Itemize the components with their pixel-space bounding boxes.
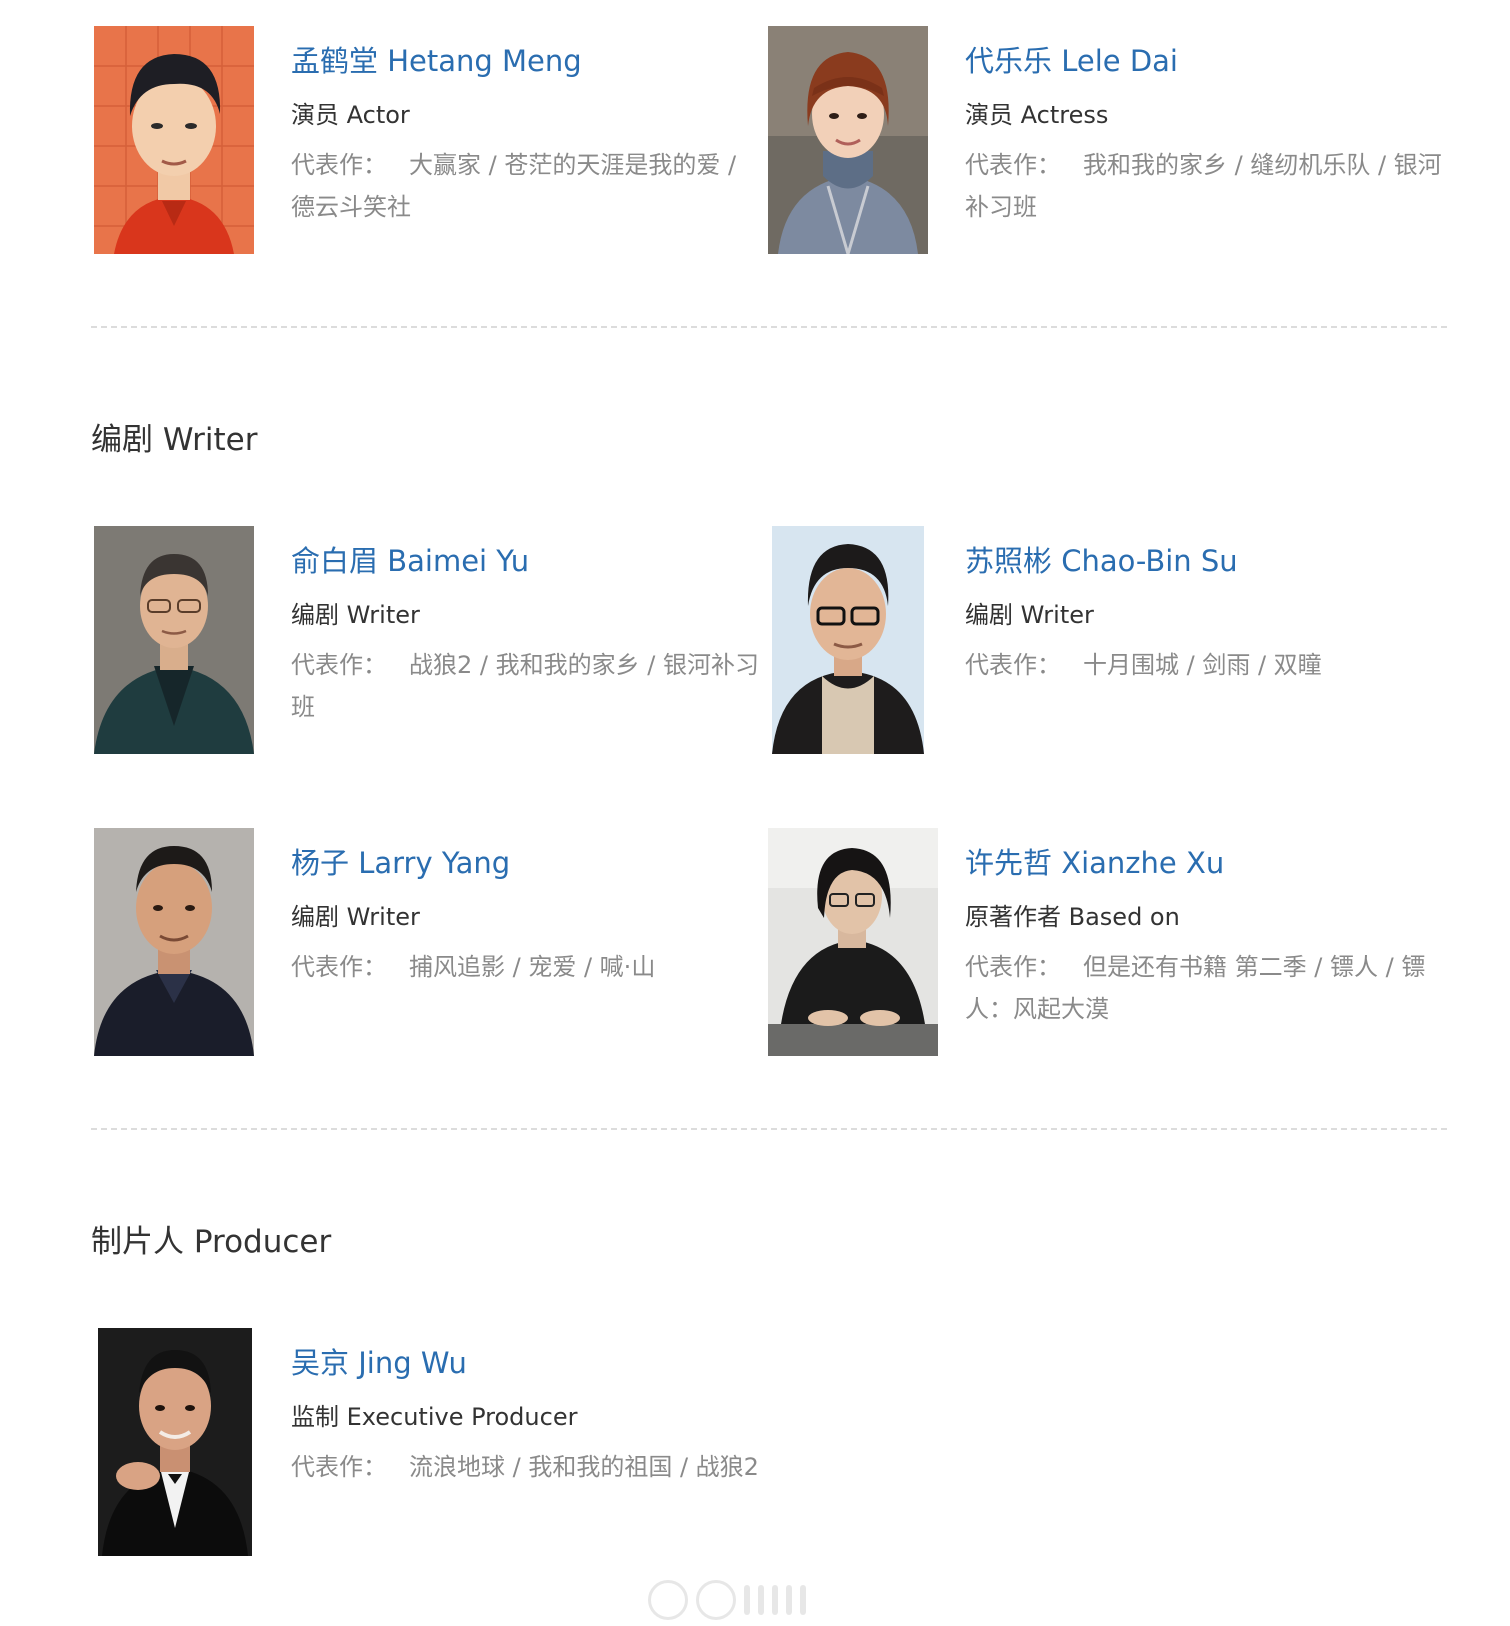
person-name-link[interactable]: 吴京 Jing Wu — [291, 1344, 851, 1382]
works-list: 流浪地球 / 我和我的祖国 / 战狼2 — [409, 1453, 759, 1481]
watermark-logo — [648, 1580, 868, 1620]
section-divider — [91, 326, 1447, 328]
section-title-writer: 编剧 Writer — [91, 422, 258, 458]
person-role: 编剧 Writer — [965, 601, 1094, 629]
works-label: 代表作： — [291, 953, 387, 981]
person-name-link[interactable]: 苏照彬 Chao-Bin Su — [965, 542, 1445, 580]
person-name-link[interactable]: 代乐乐 Lele Dai — [965, 42, 1445, 80]
person-works: 代表作： 十月围城 / 剑雨 / 双瞳 — [965, 644, 1445, 686]
portrait-photo[interactable] — [772, 526, 924, 754]
watermark-circle-icon — [696, 1580, 736, 1620]
person-name-link[interactable]: 许先哲 Xianzhe Xu — [965, 844, 1445, 882]
person-role: 编剧 Writer — [291, 601, 420, 629]
person-role: 监制 Executive Producer — [291, 1403, 578, 1431]
person-works: 代表作： 但是还有书籍 第二季 / 镖人 / 镖人：风起大漠 — [965, 946, 1445, 1030]
works-label: 代表作： — [965, 953, 1061, 981]
works-list: 捕风追影 / 宠爱 / 喊·山 — [409, 953, 656, 981]
watermark-bar-icon — [800, 1585, 806, 1615]
works-label: 代表作： — [965, 651, 1061, 679]
person-name-link[interactable]: 杨子 Larry Yang — [291, 844, 761, 882]
portrait-photo[interactable] — [768, 828, 938, 1056]
watermark-bar-icon — [758, 1585, 764, 1615]
portrait-photo[interactable] — [94, 526, 254, 754]
person-role: 演员 Actress — [965, 101, 1109, 129]
portrait-photo[interactable] — [94, 26, 254, 254]
person-works: 代表作： 我和我的家乡 / 缝纫机乐队 / 银河补习班 — [965, 144, 1445, 228]
works-label: 代表作： — [965, 151, 1061, 179]
person-role: 原著作者 Based on — [965, 903, 1180, 931]
watermark-bar-icon — [744, 1585, 750, 1615]
works-label: 代表作： — [291, 151, 387, 179]
section-title-producer: 制片人 Producer — [91, 1224, 332, 1260]
person-works: 代表作： 流浪地球 / 我和我的祖国 / 战狼2 — [291, 1446, 851, 1488]
section-divider — [91, 1128, 1447, 1130]
works-label: 代表作： — [291, 651, 387, 679]
person-role: 演员 Actor — [291, 101, 410, 129]
person-name-link[interactable]: 俞白眉 Baimei Yu — [291, 542, 761, 580]
person-works: 代表作： 捕风追影 / 宠爱 / 喊·山 — [291, 946, 761, 988]
person-works: 代表作： 战狼2 / 我和我的家乡 / 银河补习班 — [291, 644, 761, 728]
portrait-photo[interactable] — [768, 26, 928, 254]
watermark-bar-icon — [772, 1585, 778, 1615]
person-role: 编剧 Writer — [291, 903, 420, 931]
watermark-circle-icon — [648, 1580, 688, 1620]
watermark-bar-icon — [786, 1585, 792, 1615]
works-list: 十月围城 / 剑雨 / 双瞳 — [1083, 651, 1322, 679]
portrait-photo[interactable] — [94, 828, 254, 1056]
person-works: 代表作： 大赢家 / 苍茫的天涯是我的爱 / 德云斗笑社 — [291, 144, 761, 228]
person-name-link[interactable]: 孟鹤堂 Hetang Meng — [291, 42, 761, 80]
portrait-photo[interactable] — [98, 1328, 252, 1556]
works-label: 代表作： — [291, 1453, 387, 1481]
